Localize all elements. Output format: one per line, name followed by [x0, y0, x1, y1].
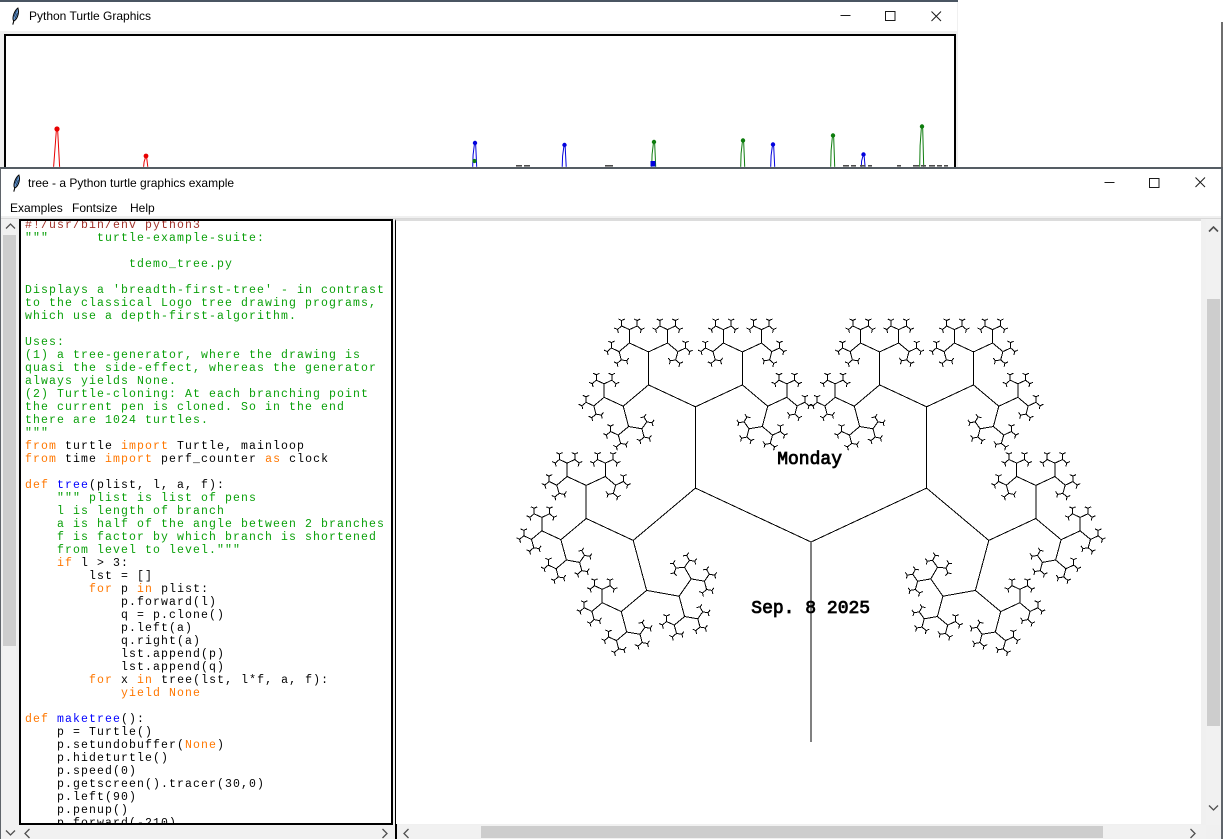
svg-text:Monday: Monday: [777, 450, 842, 470]
svg-text:Sep. 8 2025: Sep. 8 2025: [751, 599, 870, 619]
